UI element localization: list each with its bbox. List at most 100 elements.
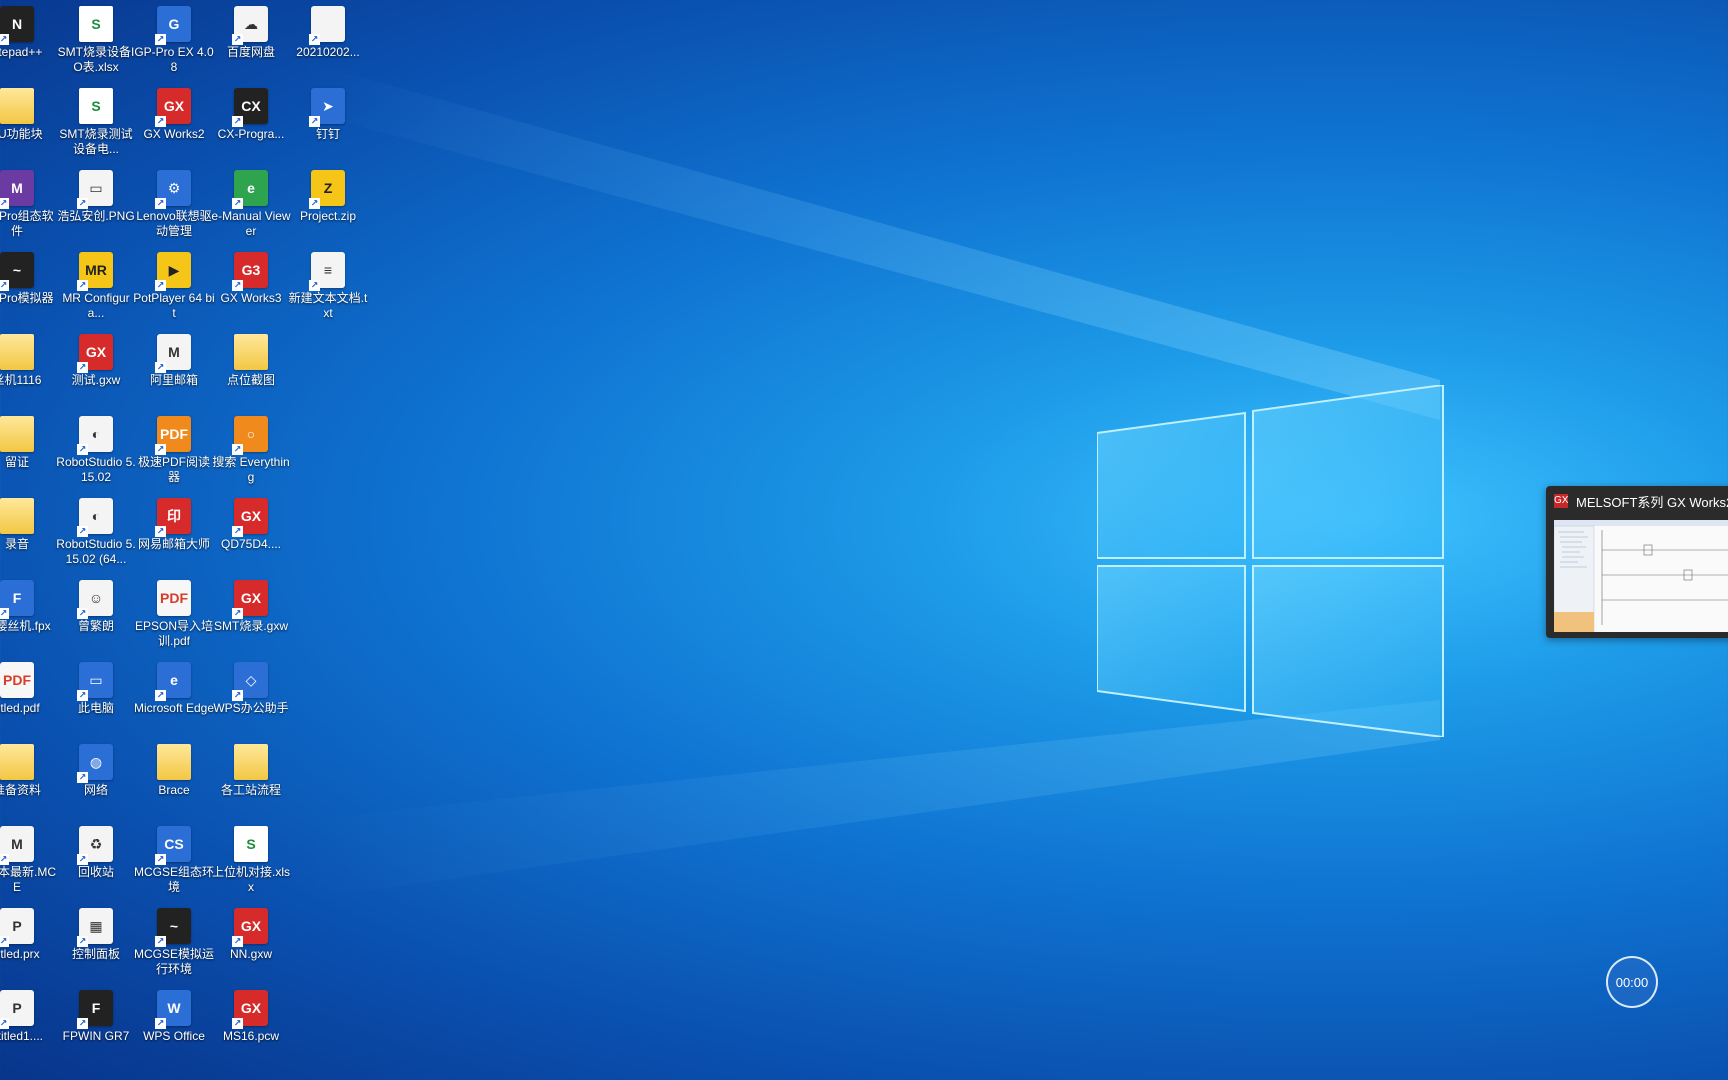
desktop-icon-label: EPSON导入培训.pdf	[134, 619, 213, 648]
gx-works2-app-icon: GX	[1554, 494, 1569, 508]
desktop-icon[interactable]: MRMR Configura...	[57, 252, 135, 328]
desktop-icon-label: PotPlayer 64 bit	[133, 291, 215, 320]
desktop-icon[interactable]: 20210202...	[289, 6, 367, 82]
app-icon: S	[79, 6, 113, 42]
desktop-icon-label: 点位截图	[226, 373, 275, 387]
desktop-icon-label: 留证	[4, 455, 29, 469]
desktop-icon[interactable]: ee-Manual Viewer	[211, 170, 291, 246]
desktop-icon[interactable]: ◇WPS办公助手	[212, 662, 290, 738]
desktop-icon[interactable]: GXGX Works2	[135, 88, 213, 164]
desktop-icon[interactable]: ⚙Lenovo联想驱动管理	[135, 170, 213, 246]
app-icon: F	[77, 990, 113, 1029]
desktop-icon[interactable]: 3U功能块	[0, 88, 56, 164]
desktop-icon[interactable]: MS版本最新.MCE	[0, 826, 56, 902]
windows-logo	[1097, 385, 1444, 737]
desktop-icon[interactable]: ◐RobotStudio 5.15.02	[56, 416, 136, 492]
desktop-icon-label: GX Works2	[143, 127, 205, 141]
desktop-icon[interactable]: 点位截图	[212, 334, 290, 410]
desktop-icon[interactable]: G3GX Works3	[212, 252, 290, 328]
app-icon: GX	[232, 990, 268, 1029]
desktop-icon[interactable]: Brace	[135, 744, 213, 820]
app-icon	[309, 6, 345, 45]
app-icon: G3	[232, 252, 268, 291]
desktop-icon[interactable]: ≡新建文本文档.txt	[289, 252, 367, 328]
desktop-icon[interactable]: GXMS16.pcw	[212, 990, 290, 1066]
desktop-icon-label: WPS办公助手	[213, 701, 289, 715]
desktop-icon[interactable]: ◐RobotStudio 5.15.02 (64...	[56, 498, 136, 574]
app-icon: GX	[232, 498, 268, 537]
desktop-icon[interactable]: S SMT烧录设备IO表.xlsx	[57, 6, 135, 82]
desktop-icon[interactable]: WWPS Office	[135, 990, 213, 1066]
desktop-icon-label: GX Works3	[220, 291, 282, 305]
desktop-icon[interactable]: ~cgsPro模拟器	[0, 252, 56, 328]
desktop-icon-label: 阿里邮箱	[149, 373, 198, 387]
desktop-icon-label: GP-Pro EX 4.08	[134, 45, 214, 74]
desktop-icon-label: titled.prx	[0, 947, 40, 961]
desktop-icon[interactable]: ○搜索 Everything	[212, 416, 290, 492]
desktop-icon[interactable]: ◍网络	[57, 744, 135, 820]
desktop-icon[interactable]: FFPWIN GR7	[57, 990, 135, 1066]
app-icon: MR	[77, 252, 113, 291]
desktop-icon-label: MCGSE模拟运行环境	[133, 947, 214, 976]
app-icon: M	[0, 826, 34, 865]
desktop-icon[interactable]: PDF极速PDF阅读器	[135, 416, 213, 492]
desktop-icon[interactable]: ♻回收站	[57, 826, 135, 902]
recording-timer-button[interactable]: 00:00	[1606, 956, 1658, 1008]
desktop-icon[interactable]: CXCX-Progra...	[212, 88, 290, 164]
app-icon: N	[0, 6, 34, 45]
desktop-icon[interactable]: McgsPro组态软件	[0, 170, 56, 246]
desktop-icon[interactable]: GGP-Pro EX 4.08	[134, 6, 214, 82]
app-icon: F	[0, 580, 34, 619]
desktop-icon[interactable]: ▶PotPlayer 64 bit	[133, 252, 215, 328]
app-icon: e	[155, 662, 191, 701]
preview-title-bar[interactable]: GX MELSOFT系列 GX Works2	[1546, 486, 1728, 516]
desktop-icon[interactable]: S 上位机对接.xlsx	[212, 826, 290, 902]
app-icon: PDF	[155, 416, 191, 455]
desktop-icon-label: cgsPro模拟器	[0, 291, 54, 305]
desktop-icon[interactable]: 准备资料	[0, 744, 56, 820]
app-icon: e	[232, 170, 268, 209]
app-icon: ▶	[155, 252, 191, 291]
app-icon: ≡	[309, 252, 345, 291]
desktop-icon[interactable]: 录音	[0, 498, 56, 574]
desktop-icon[interactable]: ▭此电脑	[57, 662, 135, 738]
desktop-icon[interactable]: CSMCGSE组态环境	[134, 826, 214, 902]
desktop-icon[interactable]: 印网易邮箱大师	[135, 498, 213, 574]
desktop-icon[interactable]: 丝机1116	[0, 334, 56, 410]
desktop-icon[interactable]: ▦控制面板	[57, 908, 135, 984]
app-icon: PDF	[0, 662, 34, 698]
desktop-icon[interactable]: Pntitled1....	[0, 990, 56, 1066]
desktop-icon[interactable]: ZProject.zip	[289, 170, 367, 246]
desktop-icon[interactable]: S SMT烧录测试设备电...	[57, 88, 135, 164]
desktop-icon-label: 录音	[4, 537, 29, 551]
desktop-icon[interactable]: PDF EPSON导入培训.pdf	[135, 580, 213, 656]
desktop-icon[interactable]: GXQD75D4....	[212, 498, 290, 574]
desktop-icon-label: WPS Office	[143, 1029, 205, 1043]
desktop-icon[interactable]: PDF titled.pdf	[0, 662, 56, 738]
app-icon: 印	[155, 498, 191, 537]
desktop-icon[interactable]: ➤钉钉	[289, 88, 367, 164]
desktop-icon[interactable]: GXNN.gxw	[212, 908, 290, 984]
desktop-icon[interactable]: 各工站流程	[212, 744, 290, 820]
taskbar-window-preview[interactable]: GX MELSOFT系列 GX Works2	[1546, 486, 1728, 638]
desktop-icon[interactable]: 留证	[0, 416, 56, 492]
app-icon: ▭	[77, 662, 113, 701]
desktop-icon[interactable]: Notepad++	[0, 6, 56, 82]
desktop-icon[interactable]: ☺曾繁朗	[57, 580, 135, 656]
desktop-icon-grid: Notepad++SSMT烧录设备IO表.xlsxGGP-Pro EX 4.08…	[0, 0, 370, 1080]
desktop-icon-label: Microsoft Edge	[133, 701, 215, 715]
desktop-icon[interactable]: ~MCGSE模拟运行环境	[133, 908, 214, 984]
desktop-icon[interactable]: eMicrosoft Edge	[133, 662, 215, 738]
desktop-icon[interactable]: F胜璎丝机.fpx	[0, 580, 56, 656]
app-icon: CS	[155, 826, 191, 865]
desktop-icon[interactable]: M阿里邮箱	[135, 334, 213, 410]
window-preview-thumbnail	[1554, 520, 1728, 632]
desktop-icon-label: 曾繁朗	[77, 619, 114, 633]
desktop-icon-label: 回收站	[77, 865, 114, 879]
desktop-icon[interactable]: GX测试.gxw	[57, 334, 135, 410]
app-icon: ⚙	[155, 170, 191, 209]
desktop-icon[interactable]: ☁百度网盘	[212, 6, 290, 82]
desktop-icon[interactable]: ▭浩弘安创.PNG	[57, 170, 135, 246]
desktop-icon[interactable]: GXSMT烧录.gxw	[212, 580, 290, 656]
desktop-icon[interactable]: Ptitled.prx	[0, 908, 56, 984]
